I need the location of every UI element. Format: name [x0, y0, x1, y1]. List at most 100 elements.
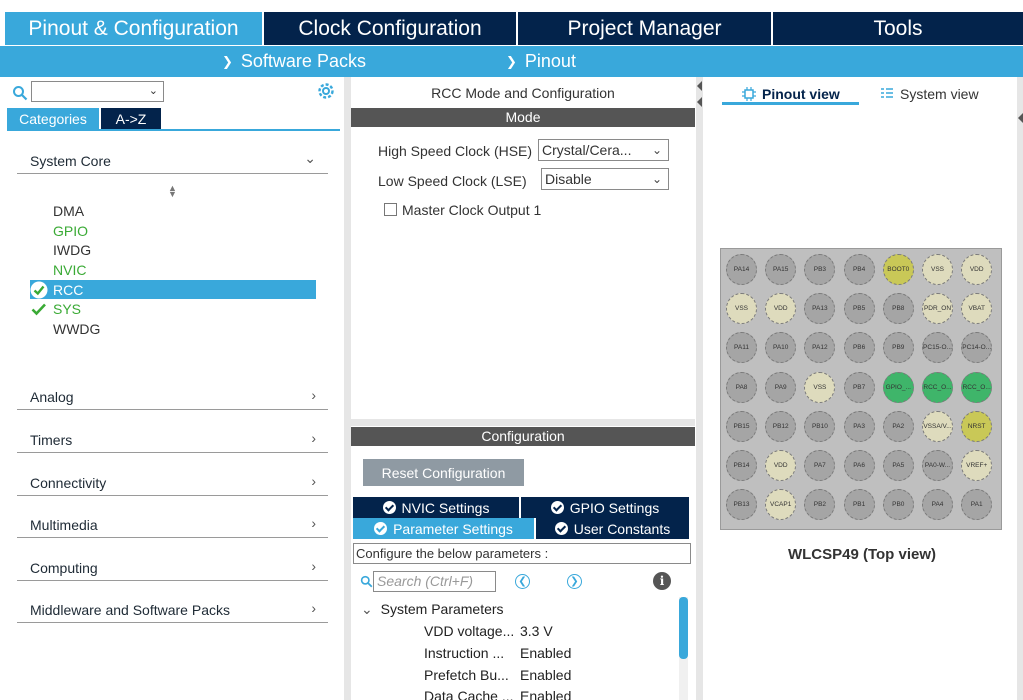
param-row[interactable]: Prefetch Bu... Enabled	[424, 667, 571, 683]
collapse-left-icon[interactable]	[697, 97, 702, 107]
param-row[interactable]: Instruction ... Enabled	[424, 645, 571, 661]
pin[interactable]: PA5	[882, 450, 914, 481]
section-computing[interactable]: Computing ›	[17, 551, 328, 581]
tab-a-to-z[interactable]: A->Z	[101, 108, 161, 129]
tab-tools[interactable]: Tools	[773, 12, 1023, 45]
pin[interactable]: PB15	[726, 410, 757, 442]
pin[interactable]: PA8	[726, 371, 757, 403]
list-item-iwdg[interactable]: IWDG	[30, 240, 316, 260]
pin[interactable]: PA14	[726, 254, 757, 285]
pin[interactable]: PB7	[843, 371, 875, 403]
list-item-sys[interactable]: SYS	[30, 299, 316, 319]
panel-splitter[interactable]	[344, 77, 351, 700]
pin[interactable]: PA6	[843, 450, 875, 481]
panel-splitter[interactable]	[1017, 77, 1023, 700]
pin[interactable]: VSSA/V...	[922, 410, 953, 442]
section-connectivity[interactable]: Connectivity ›	[17, 466, 328, 496]
lse-select[interactable]: Disable ⌄	[541, 168, 669, 190]
pin[interactable]: PB0	[882, 489, 914, 521]
pin[interactable]: PA4	[922, 489, 953, 521]
pin[interactable]: PA10	[765, 332, 797, 364]
pin[interactable]: PB2	[804, 489, 836, 521]
sort-icon[interactable]: ▲ ▼	[168, 184, 177, 199]
reset-configuration-button[interactable]: Reset Configuration	[363, 459, 524, 486]
tab-user-constants[interactable]: User Constants	[536, 518, 689, 539]
pin[interactable]: PB5	[843, 293, 875, 325]
horizontal-splitter[interactable]	[351, 419, 695, 426]
pin[interactable]: PDR_ON	[922, 293, 953, 325]
parameter-search-input[interactable]: Search (Ctrl+F)	[373, 571, 496, 592]
pin[interactable]: BOOT0	[882, 254, 914, 285]
pin[interactable]: PA13	[804, 293, 836, 325]
pin[interactable]: PB10	[804, 410, 836, 442]
pin[interactable]: VSS	[804, 371, 836, 403]
pin[interactable]: PB13	[726, 489, 757, 521]
list-item-nvic[interactable]: NVIC	[30, 260, 316, 280]
pin[interactable]: PA1	[961, 489, 993, 521]
pin[interactable]: PB8	[882, 293, 914, 325]
pin[interactable]: PA15	[765, 254, 797, 285]
tab-pinout-configuration[interactable]: Pinout & Configuration	[5, 12, 262, 45]
pin[interactable]: PA12	[804, 332, 836, 364]
search-previous-icon[interactable]: ❮	[515, 574, 530, 589]
list-item-gpio[interactable]: GPIO	[30, 221, 316, 241]
pin[interactable]: PA11	[726, 332, 757, 364]
pin[interactable]: VDD	[961, 254, 993, 285]
tab-nvic-settings[interactable]: NVIC Settings	[353, 497, 519, 518]
pin[interactable]: PB9	[882, 332, 914, 364]
system-parameters-group[interactable]: ⌄ System Parameters	[361, 601, 504, 618]
list-item-rcc[interactable]: RCC	[30, 279, 316, 300]
collapse-left-icon[interactable]	[697, 81, 702, 91]
search-combo-input[interactable]: ⌄	[31, 81, 164, 102]
pin[interactable]: NRST	[961, 410, 993, 442]
pin[interactable]: VCAP1	[765, 489, 797, 521]
pin[interactable]: VDD	[765, 293, 797, 325]
pin[interactable]: PB6	[843, 332, 875, 364]
chevron-down-icon[interactable]: ⌄	[149, 84, 158, 97]
search-next-icon[interactable]: ❯	[567, 574, 582, 589]
pin[interactable]: VBAT	[961, 293, 993, 325]
pin[interactable]: PB14	[726, 450, 757, 481]
tab-project-manager[interactable]: Project Manager	[518, 12, 771, 45]
section-analog[interactable]: Analog ›	[17, 380, 328, 410]
pin[interactable]: PA9	[765, 371, 797, 403]
param-row[interactable]: Data Cache ... Enabled	[424, 688, 571, 700]
pin[interactable]: PC15-O...	[922, 332, 953, 364]
panel-splitter[interactable]	[696, 77, 703, 700]
section-timers[interactable]: Timers ›	[17, 423, 328, 453]
pinout-menu[interactable]: ❯ Pinout	[506, 51, 576, 72]
hse-select[interactable]: Crystal/Cera... ⌄	[538, 139, 669, 161]
scrollbar-thumb[interactable]	[679, 597, 688, 659]
tab-categories[interactable]: Categories	[7, 108, 99, 129]
info-icon[interactable]: i	[653, 572, 671, 590]
pin[interactable]: VREF+	[961, 450, 993, 481]
tab-clock-configuration[interactable]: Clock Configuration	[264, 12, 516, 45]
section-system-core[interactable]: System Core ⌄	[17, 144, 328, 174]
tab-parameter-settings[interactable]: Parameter Settings	[353, 518, 534, 539]
pin[interactable]: PA2	[882, 410, 914, 442]
pin[interactable]: PB1	[843, 489, 875, 521]
list-item-wwdg[interactable]: WWDG	[30, 319, 316, 339]
gear-icon[interactable]	[316, 81, 336, 101]
section-middleware[interactable]: Middleware and Software Packs ›	[17, 593, 328, 623]
pin[interactable]: PC14-O...	[961, 332, 993, 364]
pin[interactable]: VDD	[765, 450, 797, 481]
search-icon[interactable]	[12, 85, 28, 101]
pin[interactable]: GPIO_...	[882, 371, 914, 403]
pin[interactable]: RCC_O...	[922, 371, 953, 403]
pin[interactable]: PA7	[804, 450, 836, 481]
pin[interactable]: PB4	[843, 254, 875, 285]
pin[interactable]: PA3	[843, 410, 875, 442]
software-packs-menu[interactable]: ❯ Software Packs	[222, 51, 366, 72]
pin[interactable]: VSS	[726, 293, 757, 325]
tab-system-view[interactable]: System view	[880, 83, 979, 105]
mco-checkbox[interactable]	[384, 203, 397, 216]
list-item-dma[interactable]: DMA	[30, 201, 316, 221]
pin[interactable]: PB3	[804, 254, 836, 285]
collapse-right-icon[interactable]	[1018, 113, 1023, 123]
pin[interactable]: RCC_O...	[961, 371, 993, 403]
tab-gpio-settings[interactable]: GPIO Settings	[521, 497, 689, 518]
param-row[interactable]: VDD voltage... 3.3 V	[424, 623, 553, 639]
pin[interactable]: VSS	[922, 254, 953, 285]
section-multimedia[interactable]: Multimedia ›	[17, 508, 328, 538]
